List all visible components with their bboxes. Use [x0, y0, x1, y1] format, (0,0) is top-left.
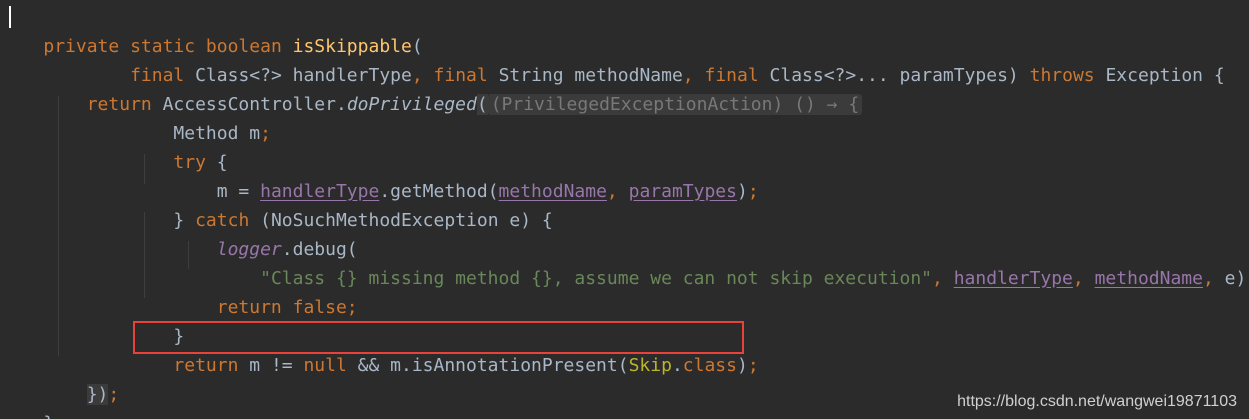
keyword-null: null [303, 355, 358, 376]
arg-e: e) [1224, 268, 1247, 289]
call-is-annotation-present: && m.isAnnotationPresent( [357, 355, 629, 376]
code-line-4[interactable]: Method m; [0, 90, 271, 144]
code-line-5[interactable]: try { [0, 119, 227, 173]
expr-m-not-equal: m != [249, 355, 304, 376]
watermark: https://blog.csdn.net/wangwei19871103 [957, 393, 1237, 410]
keyword-return: return [216, 297, 293, 318]
keyword-return: return [173, 355, 250, 376]
close-lambda: }) [86, 384, 109, 405]
semicolon: ; [747, 181, 759, 202]
code-line-8[interactable]: logger.debug( [0, 206, 358, 260]
comma: , [1072, 268, 1095, 289]
code-line-3[interactable]: return AccessController.doPrivileged((Pr… [0, 61, 863, 115]
lambda-type-hint[interactable]: (PrivilegedExceptionAction) () → { [487, 94, 863, 115]
code-editor[interactable]: private static boolean isSkippable( fina… [0, 0, 1249, 419]
code-line-2[interactable]: final Class<?> handlerType, final String… [0, 32, 1225, 86]
keyword-false: false [292, 297, 347, 318]
field-method-name: methodName [1094, 268, 1203, 289]
semicolon: ; [260, 123, 271, 144]
code-line-14[interactable]: } [0, 380, 54, 419]
code-line-11[interactable]: } [0, 293, 184, 347]
close-brace: } [43, 413, 54, 419]
semicolon: ; [346, 297, 358, 318]
semicolon: ; [747, 355, 759, 376]
code-line-13[interactable]: }); [0, 351, 119, 405]
highlight-annotation-box [133, 321, 744, 354]
code-line-10[interactable]: return false; [0, 264, 358, 318]
semicolon: ; [108, 384, 120, 405]
code-line-9[interactable]: "Class {} missing method {}, assume we c… [0, 235, 1249, 289]
string-literal: "Class {} missing method {}, assume we c… [260, 268, 932, 289]
comma: , [932, 268, 954, 289]
keyword-throws: throws [1029, 65, 1106, 86]
close-paren: ) [736, 355, 748, 376]
close-paren: ) [736, 181, 748, 202]
exception-type: Exception { [1105, 65, 1225, 86]
field-handler-type: handlerType [953, 268, 1073, 289]
code-line-1[interactable]: private static boolean isSkippable( [0, 3, 422, 57]
keyword-class: class [682, 355, 737, 376]
method-do-privileged: doPrivileged [346, 94, 477, 115]
field-param-types: paramTypes [628, 181, 737, 202]
comma: , [606, 181, 629, 202]
open-paren: ( [476, 94, 488, 115]
code-line-7[interactable]: } catch (NoSuchMethodException e) { [0, 177, 552, 231]
code-line-6[interactable]: m = handlerType.getMethod(methodName, pa… [0, 148, 759, 202]
dot: . [671, 355, 683, 376]
comma: , [1202, 268, 1225, 289]
annotation-skip: Skip [628, 355, 672, 376]
